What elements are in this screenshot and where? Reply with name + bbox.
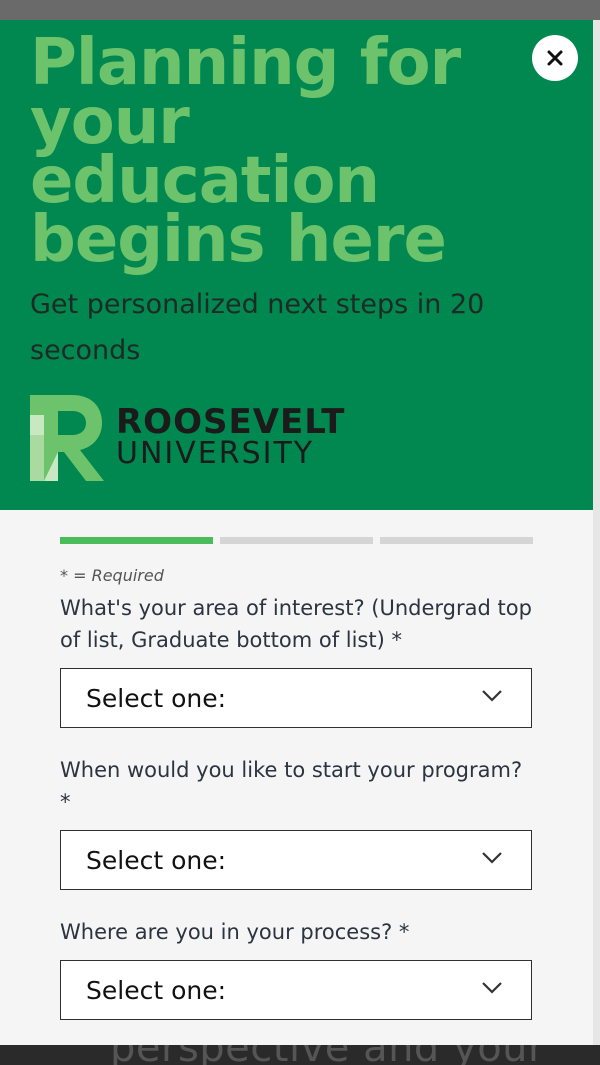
lead-form-modal: Planning for your education begins here … — [0, 20, 593, 1045]
headline-line: begins here — [30, 203, 447, 277]
chevron-down-icon — [482, 690, 502, 702]
field-label-area-of-interest: What's your area of interest? (Undergrad… — [60, 596, 532, 652]
start-term-select[interactable]: Select one: — [60, 830, 532, 890]
process-stage-select[interactable]: Select one: — [60, 960, 532, 1020]
select-value: Select one: — [86, 845, 227, 875]
required-note: * = Required — [60, 566, 164, 585]
browser-top-strip — [0, 0, 600, 20]
progress-bar — [60, 537, 533, 544]
field-label-process-stage: Where are you in your process? * — [60, 920, 410, 944]
scrollbar-track[interactable] — [592, 20, 600, 1045]
interest-form: * = Required What's your area of interes… — [60, 537, 533, 1020]
progress-step-3 — [380, 537, 533, 544]
field-label-start-term: When would you like to start your progra… — [60, 758, 523, 814]
chevron-down-icon — [482, 852, 502, 864]
area-of-interest-select[interactable]: Select one: — [60, 668, 532, 728]
hero-banner: Planning for your education begins here … — [0, 20, 593, 510]
roosevelt-logo: ROOSEVELT UNIVERSITY — [30, 395, 360, 481]
roosevelt-logo-mark — [30, 395, 104, 481]
close-button[interactable] — [532, 35, 578, 81]
hero-subheadline: Get personalized next steps in 20 second… — [30, 289, 485, 366]
close-icon — [547, 50, 563, 66]
brand-name-line2: UNIVERSITY — [116, 436, 315, 471]
chevron-down-icon — [482, 982, 502, 994]
hero-headline: Planning for your education begins here — [30, 31, 510, 277]
progress-step-1 — [60, 537, 213, 544]
select-value: Select one: — [86, 975, 227, 1005]
progress-step-2 — [220, 537, 373, 544]
select-value: Select one: — [86, 683, 227, 713]
